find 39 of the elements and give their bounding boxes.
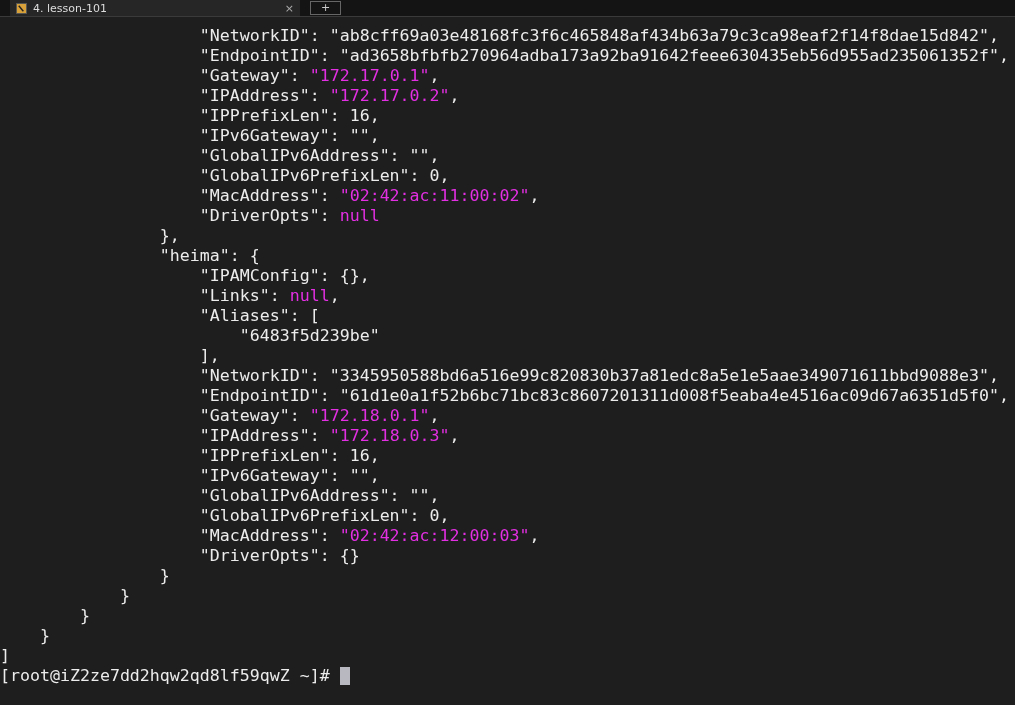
output-line: }, bbox=[158, 226, 181, 246]
output-line: "heima": { bbox=[158, 246, 261, 266]
output-line: "EndpointID": "ad3658bfbfb270964adba173a92ba91642feee630435eb56d955ad235061352f", bbox=[198, 46, 1011, 66]
output-line: "GlobalIPv6PrefixLen": 0, bbox=[198, 506, 451, 526]
output-line: "IPAddress": "172.17.0.2", bbox=[198, 86, 461, 106]
output-line: "NetworkID": "ab8cff69a03e48168fc3f6c465848af434b63a79c3ca98eaf2f14f8dae15d842", bbox=[198, 26, 1001, 46]
output-line: ], bbox=[198, 346, 221, 366]
output-line: "GlobalIPv6Address": "", bbox=[198, 486, 441, 506]
output-line: } bbox=[158, 566, 171, 586]
output-line: } bbox=[118, 586, 131, 606]
tab-title: 4. lesson-101 bbox=[33, 1, 108, 15]
output-line: "IPAMConfig": {}, bbox=[198, 266, 371, 286]
output-line: "DriverOpts": {} bbox=[198, 546, 361, 566]
output-line: "Links": null, bbox=[198, 286, 341, 306]
output-line: ] bbox=[0, 646, 11, 666]
output-line: "IPv6Gateway": "", bbox=[198, 466, 381, 486]
output-line: "Gateway": "172.17.0.1", bbox=[198, 66, 441, 86]
output-line: "Gateway": "172.18.0.1", bbox=[198, 406, 441, 426]
output-line: } bbox=[78, 606, 91, 626]
terminal-tab[interactable]: 4. lesson-101 × bbox=[10, 0, 300, 16]
output-line: "MacAddress": "02:42:ac:12:00:03", bbox=[198, 526, 541, 546]
new-tab-button[interactable]: + bbox=[310, 1, 342, 15]
shell-prompt: [root@iZ2ze7dd2hqw2qd8lf59qwZ ~]# bbox=[0, 666, 330, 686]
output-line: "DriverOpts": null bbox=[198, 206, 381, 226]
output-line: "IPAddress": "172.18.0.3", bbox=[198, 426, 461, 446]
output-line: "GlobalIPv6PrefixLen": 0, bbox=[198, 166, 451, 186]
output-line: "IPPrefixLen": 16, bbox=[198, 446, 381, 466]
output-line: "6483f5d239be" bbox=[238, 326, 381, 346]
output-line: "GlobalIPv6Address": "", bbox=[198, 146, 441, 166]
output-line: } bbox=[38, 626, 51, 646]
output-line: "MacAddress": "02:42:ac:11:00:02", bbox=[198, 186, 541, 206]
output-line: "IPPrefixLen": 16, bbox=[198, 106, 381, 126]
close-tab-button[interactable]: × bbox=[284, 1, 294, 15]
output-line: "Aliases": [ bbox=[198, 306, 321, 326]
text-cursor bbox=[339, 667, 350, 685]
terminal-icon bbox=[16, 2, 27, 14]
output-line: "NetworkID": "3345950588bd6a516e99c820830b37a81edc8a5e1e5aae349071611bbd9088e3", bbox=[198, 366, 1001, 386]
output-line: "IPv6Gateway": "", bbox=[198, 126, 381, 146]
output-line: "EndpointID": "61d1e0a1f52b6bc71bc83c8607201311d008f5eaba4e4516ac09d67a6351d5f0", bbox=[198, 386, 1011, 406]
